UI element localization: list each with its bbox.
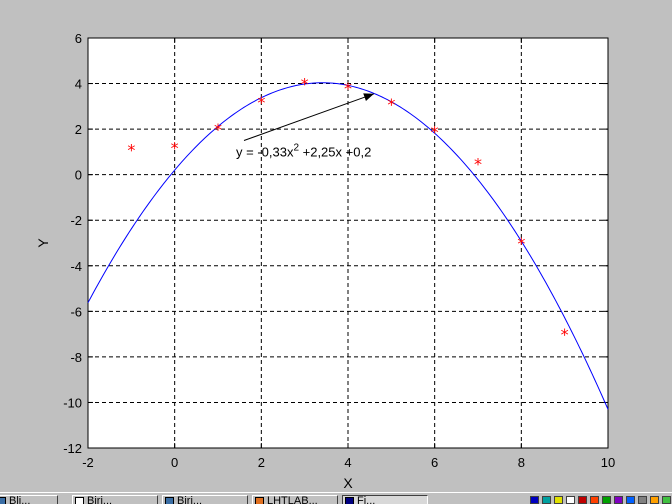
taskbar-label: Biri... xyxy=(177,495,203,504)
x-tick-label: 8 xyxy=(518,455,525,470)
x-axis-label: X xyxy=(343,475,353,491)
taskbar-button-1[interactable]: Bli... xyxy=(0,495,58,504)
tray-folder-icon[interactable] xyxy=(554,496,563,504)
x-tick-label: -2 xyxy=(82,455,94,470)
tray-blue-icon[interactable] xyxy=(626,496,635,504)
data-point: * xyxy=(431,122,439,141)
y-tick-label: -4 xyxy=(70,259,82,274)
fit-equation-label: y = -0,33x2 +2,25x +0,2 xyxy=(236,143,371,160)
x-tick-label: 0 xyxy=(171,455,178,470)
matlab-figure: -2 0 2 4 6 8 10 -12 -10 -8 -6 -4 -2 0 2 4 6 * * * * * * * * * * * … xyxy=(0,0,672,492)
tray-orange-icon[interactable] xyxy=(650,496,659,504)
document-icon xyxy=(75,497,84,504)
chart: -2 0 2 4 6 8 10-12-10-8-6-4-20246 * **** ****** … xyxy=(35,31,615,491)
data-point: * xyxy=(171,138,179,157)
taskbar-button-5[interactable]: Fi... xyxy=(342,495,428,504)
tray-gray-icon[interactable] xyxy=(638,496,647,504)
taskbar-label: Biri... xyxy=(87,495,113,504)
figure-icon xyxy=(345,497,354,504)
equation-rest: +2,25x +0,2 xyxy=(299,145,371,160)
y-tick-label: -12 xyxy=(63,441,82,456)
y-tick-label: 4 xyxy=(75,77,82,92)
y-tick-label: -8 xyxy=(70,350,82,365)
data-point: * xyxy=(301,75,309,94)
taskbar-button-2[interactable]: Biri... xyxy=(72,495,158,504)
tray-notepad-icon[interactable] xyxy=(566,496,575,504)
data-point: * xyxy=(257,93,265,112)
window-icon xyxy=(0,497,6,504)
y-axis-label: Y xyxy=(35,238,51,248)
data-point: * xyxy=(517,234,525,253)
data-point: * xyxy=(561,325,569,344)
y-tick-label: -2 xyxy=(70,213,82,228)
tray-app-icon[interactable] xyxy=(542,496,551,504)
tray-alert-icon[interactable] xyxy=(578,496,587,504)
window-icon xyxy=(165,497,174,504)
data-point: * xyxy=(344,79,352,98)
taskbar-label: Fi... xyxy=(357,495,376,504)
y-tick-label: -6 xyxy=(70,304,82,319)
equation-main: y = -0,33x xyxy=(236,145,294,160)
x-tick-label: 2 xyxy=(258,455,265,470)
x-tick-label: 6 xyxy=(431,455,438,470)
windows-taskbar: Bli... Biri... Biri... LHTLAB... Fi... xyxy=(0,492,672,504)
data-point: * xyxy=(474,154,482,173)
y-tick-label: -10 xyxy=(63,395,82,410)
tray-extra-icon[interactable] xyxy=(662,496,671,504)
x-tick-label: 10 xyxy=(601,455,615,470)
y-tick-label: 2 xyxy=(75,122,82,137)
tray-red-icon[interactable] xyxy=(590,496,599,504)
data-point: * xyxy=(127,141,135,160)
matlab-icon xyxy=(255,497,264,504)
tray-purple-icon[interactable] xyxy=(614,496,623,504)
data-point: * xyxy=(214,120,222,139)
taskbar-button-4[interactable]: LHTLAB... xyxy=(252,495,338,504)
data-point: * xyxy=(387,95,395,114)
tray-green-icon[interactable] xyxy=(602,496,611,504)
y-tick-label: 0 xyxy=(75,168,82,183)
taskbar-label: LHTLAB... xyxy=(267,495,318,504)
taskbar-button-3[interactable]: Biri... xyxy=(162,495,248,504)
tray-network-icon[interactable] xyxy=(530,496,539,504)
taskbar-label: Bli... xyxy=(9,495,31,504)
y-tick-label: 6 xyxy=(75,31,82,46)
x-tick-label: 4 xyxy=(344,455,351,470)
